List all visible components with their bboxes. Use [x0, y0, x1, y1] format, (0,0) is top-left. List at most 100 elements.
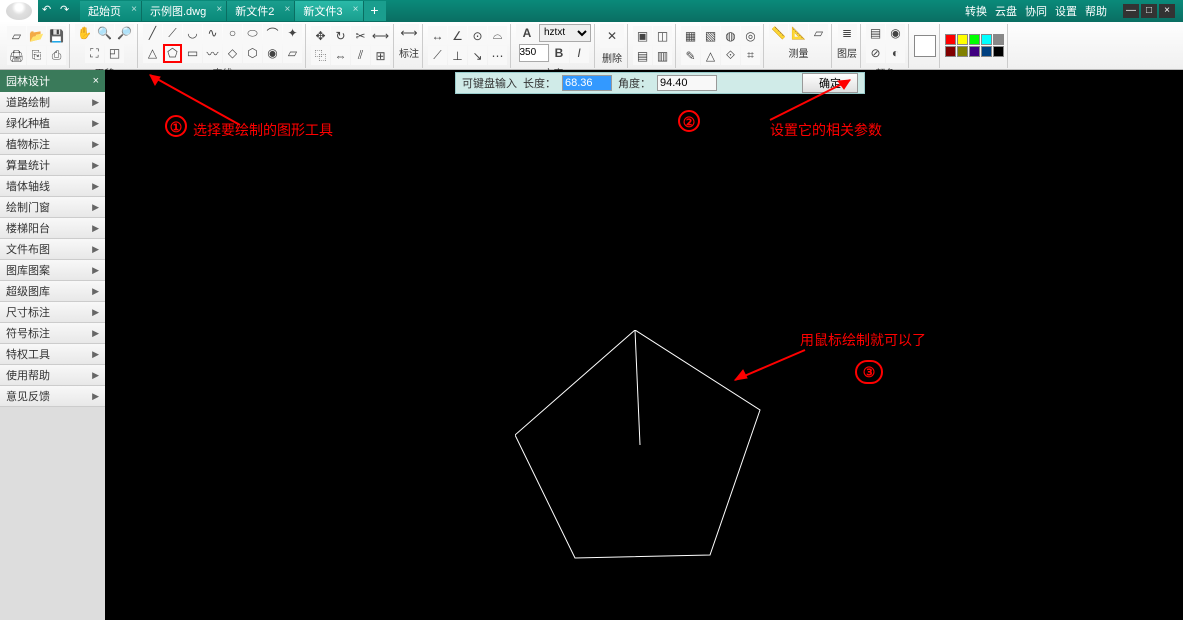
- color-gray[interactable]: [993, 34, 1004, 45]
- polygon-icon[interactable]: ⬠: [163, 44, 182, 63]
- edit3-icon[interactable]: ⟐: [721, 46, 740, 65]
- sidebar-item[interactable]: 植物标注▶: [0, 134, 105, 155]
- angle-input[interactable]: [657, 75, 717, 91]
- rotate-icon[interactable]: ↻: [331, 26, 350, 45]
- zoom-window-icon[interactable]: ◰: [105, 44, 124, 63]
- zoom-in-icon[interactable]: 🔍: [95, 24, 114, 43]
- close-icon[interactable]: ×: [285, 4, 291, 15]
- curve-icon[interactable]: ∿: [203, 24, 222, 43]
- help-link[interactable]: 帮助: [1085, 3, 1107, 19]
- offset-icon[interactable]: ⫽: [351, 46, 370, 65]
- sidebar-item[interactable]: 文件布图▶: [0, 239, 105, 260]
- tab-add-button[interactable]: +: [364, 1, 386, 21]
- measure-icon[interactable]: 📏: [769, 24, 788, 43]
- dim-angle-icon[interactable]: ∠: [448, 26, 467, 45]
- color-yellow[interactable]: [957, 34, 968, 45]
- sidebar-item[interactable]: 道路绘制▶: [0, 92, 105, 113]
- export-icon[interactable]: ⎘: [27, 46, 46, 65]
- undo-button[interactable]: ↶: [42, 3, 58, 19]
- pan-icon[interactable]: ✋: [75, 24, 94, 43]
- extend-icon[interactable]: ⟷: [371, 26, 390, 45]
- block3-icon[interactable]: ▤: [633, 46, 652, 65]
- sidebar-item[interactable]: 意见反馈▶: [0, 386, 105, 407]
- ellipse-icon[interactable]: ⬭: [243, 24, 262, 43]
- cloud-link[interactable]: 云盘: [995, 3, 1017, 19]
- print-icon[interactable]: 🖨: [7, 46, 26, 65]
- sidebar-item[interactable]: 尺寸标注▶: [0, 302, 105, 323]
- tab-file2[interactable]: 新文件2×: [227, 1, 295, 21]
- move-icon[interactable]: ✥: [311, 26, 330, 45]
- color-green[interactable]: [969, 34, 980, 45]
- font-select[interactable]: hztxthztxt: [539, 24, 591, 42]
- block-icon[interactable]: ▣: [633, 26, 652, 45]
- arc2-icon[interactable]: ⌒: [263, 24, 282, 43]
- block4-icon[interactable]: ▥: [653, 46, 672, 65]
- zoom-fit-icon[interactable]: ⛶: [85, 44, 104, 63]
- settings-link[interactable]: 设置: [1055, 3, 1077, 19]
- zoom-out-icon[interactable]: 🔎: [115, 24, 134, 43]
- layer-color-icon[interactable]: ◉: [886, 24, 905, 43]
- color-maroon[interactable]: [945, 46, 956, 57]
- sidebar-item[interactable]: 楼梯阳台▶: [0, 218, 105, 239]
- spiral-icon[interactable]: ◉: [263, 44, 282, 63]
- close-icon[interactable]: ×: [131, 4, 137, 15]
- current-color[interactable]: [914, 35, 936, 57]
- tab-example[interactable]: 示例图.dwg×: [142, 1, 227, 21]
- shape3-icon[interactable]: ▱: [283, 44, 302, 63]
- sidebar-item[interactable]: 超级图库▶: [0, 281, 105, 302]
- edit1-icon[interactable]: ✎: [681, 46, 700, 65]
- color-red[interactable]: [945, 34, 956, 45]
- new-icon[interactable]: ▱: [7, 26, 26, 45]
- sidebar-item[interactable]: 墙体轴线▶: [0, 176, 105, 197]
- user-avatar[interactable]: [0, 0, 38, 22]
- dim-linear-icon[interactable]: ⟷: [400, 24, 419, 43]
- dim-radius-icon[interactable]: ⊙: [468, 26, 487, 45]
- dim-ord-icon[interactable]: ⊥: [448, 46, 467, 65]
- copy-icon[interactable]: ⿻: [311, 46, 330, 65]
- redo-button[interactable]: ↷: [60, 3, 76, 19]
- layer-off-icon[interactable]: ⊘: [866, 44, 885, 63]
- color-purple[interactable]: [969, 46, 980, 57]
- rect-icon[interactable]: ▭: [183, 44, 202, 63]
- spline-icon[interactable]: 〰: [203, 44, 222, 63]
- bold-icon[interactable]: B: [550, 44, 569, 63]
- color-cyan[interactable]: [981, 34, 992, 45]
- color-navy[interactable]: [981, 46, 992, 57]
- shape1-icon[interactable]: ◇: [223, 44, 242, 63]
- line-icon[interactable]: ╱: [143, 24, 162, 43]
- close-icon[interactable]: ×: [93, 75, 99, 87]
- circle-icon[interactable]: ○: [223, 24, 242, 43]
- dim-arc-icon[interactable]: ⌓: [488, 26, 507, 45]
- sidebar-item[interactable]: 特权工具▶: [0, 344, 105, 365]
- arc-icon[interactable]: ◡: [183, 24, 202, 43]
- edit2-icon[interactable]: △: [701, 46, 720, 65]
- open-icon[interactable]: 📂: [27, 26, 46, 45]
- block2-icon[interactable]: ◫: [653, 26, 672, 45]
- layer-icon[interactable]: ≣: [838, 24, 857, 43]
- sidebar-item[interactable]: 使用帮助▶: [0, 365, 105, 386]
- mirror-icon[interactable]: ⇔: [331, 46, 350, 65]
- sidebar-item[interactable]: 算量统计▶: [0, 155, 105, 176]
- color-black[interactable]: [993, 46, 1004, 57]
- save-icon[interactable]: 💾: [47, 26, 66, 45]
- maximize-button[interactable]: □: [1141, 4, 1157, 18]
- close-icon[interactable]: ×: [353, 4, 359, 15]
- shape2-icon[interactable]: ⬡: [243, 44, 262, 63]
- minimize-button[interactable]: —: [1123, 4, 1139, 18]
- text-icon[interactable]: A: [516, 24, 538, 43]
- polyline-icon[interactable]: ⟋: [163, 24, 182, 43]
- sidebar-item[interactable]: 绘制门窗▶: [0, 197, 105, 218]
- sidebar-item[interactable]: 图库图案▶: [0, 260, 105, 281]
- hatch3-icon[interactable]: ◍: [721, 26, 740, 45]
- measure2-icon[interactable]: 📐: [789, 24, 808, 43]
- drawing-canvas[interactable]: 可键盘输入 长度： 角度： 确定 ① 选择要绘制的图形工具 ② 设置它的相关参数…: [105, 70, 1183, 620]
- hatch2-icon[interactable]: ▧: [701, 26, 720, 45]
- triangle-icon[interactable]: △: [143, 44, 162, 63]
- area-icon[interactable]: ▱: [809, 24, 828, 43]
- hatch-icon[interactable]: ▦: [681, 26, 700, 45]
- tab-file3[interactable]: 新文件3×: [295, 1, 363, 21]
- dim-align-icon[interactable]: ⟋: [428, 46, 447, 65]
- convert-link[interactable]: 转换: [965, 3, 987, 19]
- dim-cont-icon[interactable]: ⋯: [488, 46, 507, 65]
- collab-link[interactable]: 协同: [1025, 3, 1047, 19]
